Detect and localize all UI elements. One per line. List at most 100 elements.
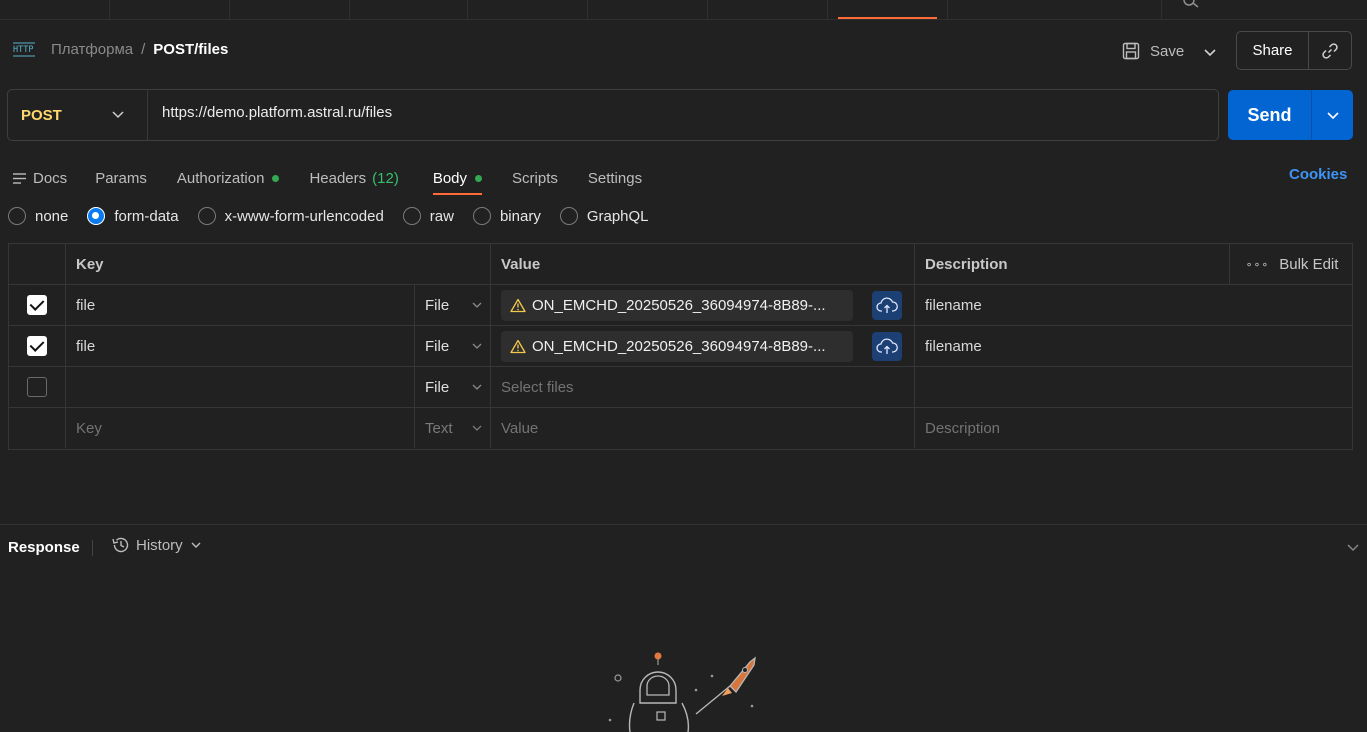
file-name: ON_EMCHD_20250526_36094974-8B89-... (532, 296, 826, 314)
new-key-input[interactable]: Key (66, 408, 415, 448)
request-tabs: Docs Params Authorization Headers (12) B… (12, 162, 672, 195)
tab-settings[interactable]: Settings (588, 162, 642, 194)
type-select[interactable]: File (425, 338, 483, 355)
body-type-binary[interactable]: binary (472, 207, 541, 225)
tab-scripts[interactable]: Scripts (512, 162, 558, 194)
row-checkbox[interactable] (27, 336, 47, 356)
radio[interactable] (87, 207, 106, 225)
select-files-input[interactable]: Select files (491, 367, 915, 407)
response-label[interactable]: Response (8, 539, 80, 556)
tab-headers[interactable]: Headers (12) (309, 162, 398, 194)
table-row-new: Key Text Value Description (9, 408, 1352, 449)
description-input[interactable] (915, 367, 1229, 407)
workspace-tab[interactable] (708, 0, 828, 19)
active-tab-indicator (838, 17, 937, 19)
workspace-tab[interactable] (350, 0, 468, 19)
tab-label: Body (432, 169, 468, 187)
radio[interactable] (472, 207, 491, 225)
chevron-down-icon (112, 111, 124, 119)
chevron-down-icon[interactable] (1345, 539, 1361, 555)
history-icon (112, 537, 129, 553)
new-value-input[interactable]: Value (491, 408, 915, 448)
tab-label: Settings (587, 169, 643, 187)
key-input[interactable]: file (66, 285, 415, 325)
share-button[interactable]: Share (1237, 32, 1309, 69)
type-label: File (425, 337, 450, 355)
send-options-button[interactable] (1312, 90, 1353, 140)
method-label: POST (21, 106, 62, 124)
breadcrumb-collection[interactable]: Платформа (51, 41, 133, 58)
key-input[interactable] (66, 367, 415, 407)
type-label: Text (425, 419, 453, 437)
tab-label: Scripts (512, 169, 558, 187)
row-checkbox[interactable] (27, 377, 47, 397)
column-header-key: Key (66, 244, 491, 284)
workspace-tab[interactable] (230, 0, 350, 19)
body-type-none[interactable]: none (8, 207, 68, 225)
workspace-tab-strip (0, 0, 1367, 20)
http-icon: HTTP (13, 42, 35, 57)
new-description-input[interactable]: Description (915, 408, 1229, 448)
svg-text:HTTP: HTTP (13, 45, 33, 55)
workspace-tab[interactable] (0, 0, 110, 19)
astronaut-illustration (608, 652, 756, 732)
chevron-down-icon (472, 425, 481, 431)
copy-link-button[interactable] (1309, 32, 1351, 69)
history-button[interactable]: History (111, 536, 203, 554)
tab-authorization[interactable]: Authorization (177, 162, 280, 194)
body-type-raw[interactable]: raw (402, 207, 454, 225)
workspace-tab[interactable] (588, 0, 708, 19)
radio[interactable] (402, 207, 421, 225)
type-label: File (425, 378, 450, 396)
radio[interactable] (559, 207, 578, 225)
type-select[interactable]: File (425, 297, 483, 314)
request-header: HTTP Платформа / POST/files Save Share (0, 20, 1367, 82)
tab-params[interactable]: Params (95, 162, 147, 194)
body-type-graphql[interactable]: GraphQL (559, 207, 649, 225)
radio[interactable] (197, 207, 216, 225)
method-select[interactable]: POST (8, 90, 148, 140)
status-dot (272, 174, 280, 182)
tab-label: Authorization (176, 169, 265, 187)
save-button[interactable]: Save (1122, 39, 1184, 63)
file-chip[interactable]: ON_EMCHD_20250526_36094974-8B89-... (501, 330, 853, 362)
tab-body[interactable]: Body (432, 162, 483, 195)
workspace-tab[interactable] (468, 0, 588, 19)
file-chip[interactable]: ON_EMCHD_20250526_36094974-8B89-... (501, 289, 853, 321)
status-dot (475, 174, 483, 182)
table-row: file File ON_EMCHD_20250526_36094974-8B8… (9, 285, 1352, 326)
save-label: Save (1150, 42, 1185, 60)
chevron-down-icon (191, 542, 201, 548)
file-name: ON_EMCHD_20250526_36094974-8B89-... (532, 337, 826, 355)
table-row: File Select files (9, 367, 1352, 408)
radio[interactable] (8, 207, 26, 225)
tab-docs[interactable]: Docs (12, 162, 67, 194)
type-select[interactable]: Text (425, 420, 483, 437)
chevron-down-icon (472, 302, 482, 308)
radio-label: raw (429, 207, 454, 225)
share-group: Share (1236, 31, 1352, 70)
cookies-link[interactable]: Cookies (1289, 166, 1347, 183)
description-input[interactable]: filename (915, 326, 1229, 366)
key-input[interactable]: file (66, 326, 415, 366)
docs-icon (13, 172, 26, 184)
workspace-tab[interactable] (110, 0, 230, 19)
url-input[interactable]: https://demo.platform.astral.ru/files (162, 104, 392, 121)
body-type-options: none form-data x-www-form-urlencoded raw… (8, 207, 668, 225)
body-type-form-data[interactable]: form-data (87, 207, 179, 225)
type-select[interactable]: File (425, 379, 483, 396)
chevron-down-icon[interactable] (1200, 42, 1220, 62)
link-icon (1322, 42, 1338, 59)
upload-button[interactable] (872, 332, 902, 361)
description-input[interactable]: filename (915, 285, 1229, 325)
body-type-urlencoded[interactable]: x-www-form-urlencoded (197, 207, 384, 225)
row-checkbox[interactable] (27, 295, 47, 315)
bulk-edit-button[interactable]: ∘∘∘ Bulk Edit (1229, 244, 1354, 284)
radio-label: x-www-form-urlencoded (224, 207, 384, 225)
tab-label: Headers (309, 169, 367, 187)
search-icon[interactable] (1182, 0, 1202, 8)
send-button[interactable]: Send (1228, 90, 1312, 140)
upload-button[interactable] (872, 291, 902, 320)
request-name[interactable]: POST/files (153, 41, 228, 58)
workspace-tab[interactable] (948, 0, 1162, 19)
